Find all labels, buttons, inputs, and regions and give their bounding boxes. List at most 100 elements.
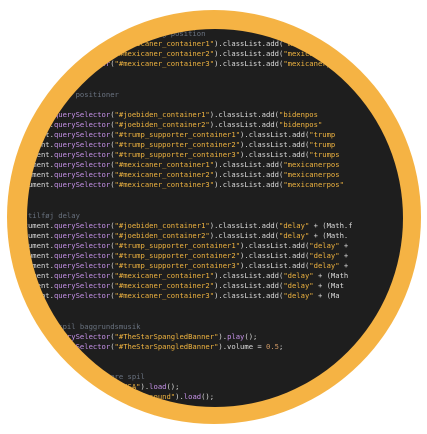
code-token: "#trump_supporter_container1"	[114, 129, 241, 139]
code-line: // LYD: afspil baggrundsmusik	[27, 322, 403, 332]
code-token: querySelector	[53, 129, 111, 139]
code-line: document.querySelector("#mexicaner_conta…	[27, 170, 403, 180]
code-token: "#mexicaner_container3"	[114, 59, 215, 69]
code-line: document.querySelector("#mexicaner_conta…	[27, 39, 403, 49]
code-token: document.	[27, 261, 54, 271]
code-token: "#joebiden_container2"	[114, 119, 210, 129]
code-token: querySelector	[53, 331, 111, 341]
code-token: "mexicanerpos"	[283, 180, 344, 190]
code-token: querySelector	[53, 170, 111, 180]
code-token: querySelector	[53, 230, 111, 240]
code-token: ).classList.add(	[240, 150, 310, 160]
code-token: "delay"	[309, 240, 340, 250]
code-line: document.querySelector("#joebiden_contai…	[27, 120, 403, 130]
code-token: "#trump_supporter_container2"	[114, 140, 241, 150]
code-token: document.	[27, 150, 54, 160]
code-line: document.querySelector("#mexicaner_conta…	[27, 180, 403, 190]
code-line: document.querySelector("#TheStarSpangled…	[27, 342, 403, 352]
code-token: querySelector	[53, 160, 111, 170]
code-token: querySelector	[53, 240, 111, 250]
code-token: "#mexicaner_container1"	[114, 271, 215, 281]
code-token: "mexicanerpos	[283, 59, 340, 69]
code-token: ).classList.add(	[240, 240, 310, 250]
code-token: querySelector	[53, 341, 111, 351]
code-comment: // tilfældige positioner	[27, 89, 119, 99]
code-token: querySelector	[53, 291, 111, 301]
code-line: document.querySelector("#trump_supporter…	[27, 150, 403, 160]
code-token: ).	[218, 331, 228, 341]
code-token: document.	[27, 341, 54, 351]
code-token: ).classList.add(	[214, 39, 284, 49]
code-token: "bidenpos	[279, 109, 318, 119]
code-token: ).	[175, 392, 184, 402]
code-token: "#TheStarSpangledBanner"	[114, 341, 219, 351]
code-token: "delay"	[283, 271, 314, 281]
code-line: document.querySelector("#joebiden_contai…	[27, 221, 403, 231]
code-token: querySelector	[53, 119, 111, 129]
code-token: "#mexicaner_container1"	[114, 39, 215, 49]
code-token: ).classList.add(	[214, 281, 284, 291]
code-token: ).classList.add(	[209, 230, 279, 240]
code-token: ).classList.add(	[209, 109, 279, 119]
code-token: querySelector	[53, 261, 111, 271]
code-token: document.	[27, 180, 54, 190]
code-token: document.	[27, 49, 54, 59]
code-token: document.	[27, 109, 54, 119]
code-token: querySelector	[53, 251, 111, 261]
code-token: "trumps	[309, 150, 340, 160]
code-token: querySelector	[53, 180, 111, 190]
code-line: document.querySelector("#mexicaner_conta…	[27, 271, 403, 281]
code-token: ).classList.add(	[209, 119, 279, 129]
code-token: +	[339, 251, 349, 261]
code-token: "#mexicaner_container3"	[114, 291, 215, 301]
code-line: document.querySelector("#trump_supporter…	[27, 251, 403, 261]
code-token: ();	[201, 392, 215, 402]
code-token: ).classList.add(	[240, 129, 310, 139]
code-token: "#mexicaner_container1"	[114, 160, 215, 170]
code-token: querySelector	[53, 109, 111, 119]
code-token: "delay"	[279, 220, 310, 230]
code-line: document.querySelector("#trump_supporter…	[27, 130, 403, 140]
code-comment: // stop lyd fra tidligere spil	[27, 372, 145, 382]
code-line: document.querySelector("#Losingsound").l…	[27, 392, 403, 402]
code-line: document.querySelector("#trump_supporter…	[27, 261, 403, 271]
code-token: ).classList.add(	[214, 160, 284, 170]
code-token: document.	[27, 291, 54, 301]
code-token: querySelector	[53, 39, 111, 49]
code-line: // stop lyd fra tidligere spil	[27, 372, 403, 382]
code-token: ).	[140, 382, 150, 392]
code-token: "trump	[309, 140, 336, 150]
code-token: + (Ma	[313, 291, 340, 301]
code-token: document.	[27, 392, 54, 402]
code-token: document.	[27, 251, 54, 261]
code-token: "#mexicaner_container2"	[114, 170, 215, 180]
code-token: ).classList.add(	[214, 49, 284, 59]
code-token: ();	[244, 331, 258, 341]
code-token: "#joebiden_container1"	[114, 220, 210, 230]
code-token: querySelector	[53, 281, 111, 291]
code-token: ).classList.add(	[214, 180, 284, 190]
code-token: ).volume =	[218, 341, 267, 351]
code-token: load	[183, 392, 202, 402]
code-token: +	[339, 240, 349, 250]
code-token: document.	[27, 140, 54, 150]
code-token: querySelector	[53, 140, 111, 150]
code-token: querySelector	[53, 220, 111, 230]
code-token: "#Losingsound"	[114, 392, 176, 402]
code-token: ).classList.add(	[214, 291, 284, 301]
code-line: document.querySelector("#trump_supporter…	[27, 140, 403, 150]
code-token: + (Math	[313, 271, 349, 281]
code-token: querySelector	[53, 271, 111, 281]
code-line: document.querySelector("#mexicaner_conta…	[27, 49, 403, 59]
code-token: ).classList.add(	[214, 170, 284, 180]
code-token: "#trump_supporter_container3"	[114, 150, 241, 160]
code-token: querySelector	[53, 49, 111, 59]
code-token: "#mexicaner_container3"	[114, 180, 215, 190]
code-editor: // tilfældig positiondocument.querySelec…	[27, 29, 403, 407]
code-token: "delay"	[283, 291, 314, 301]
